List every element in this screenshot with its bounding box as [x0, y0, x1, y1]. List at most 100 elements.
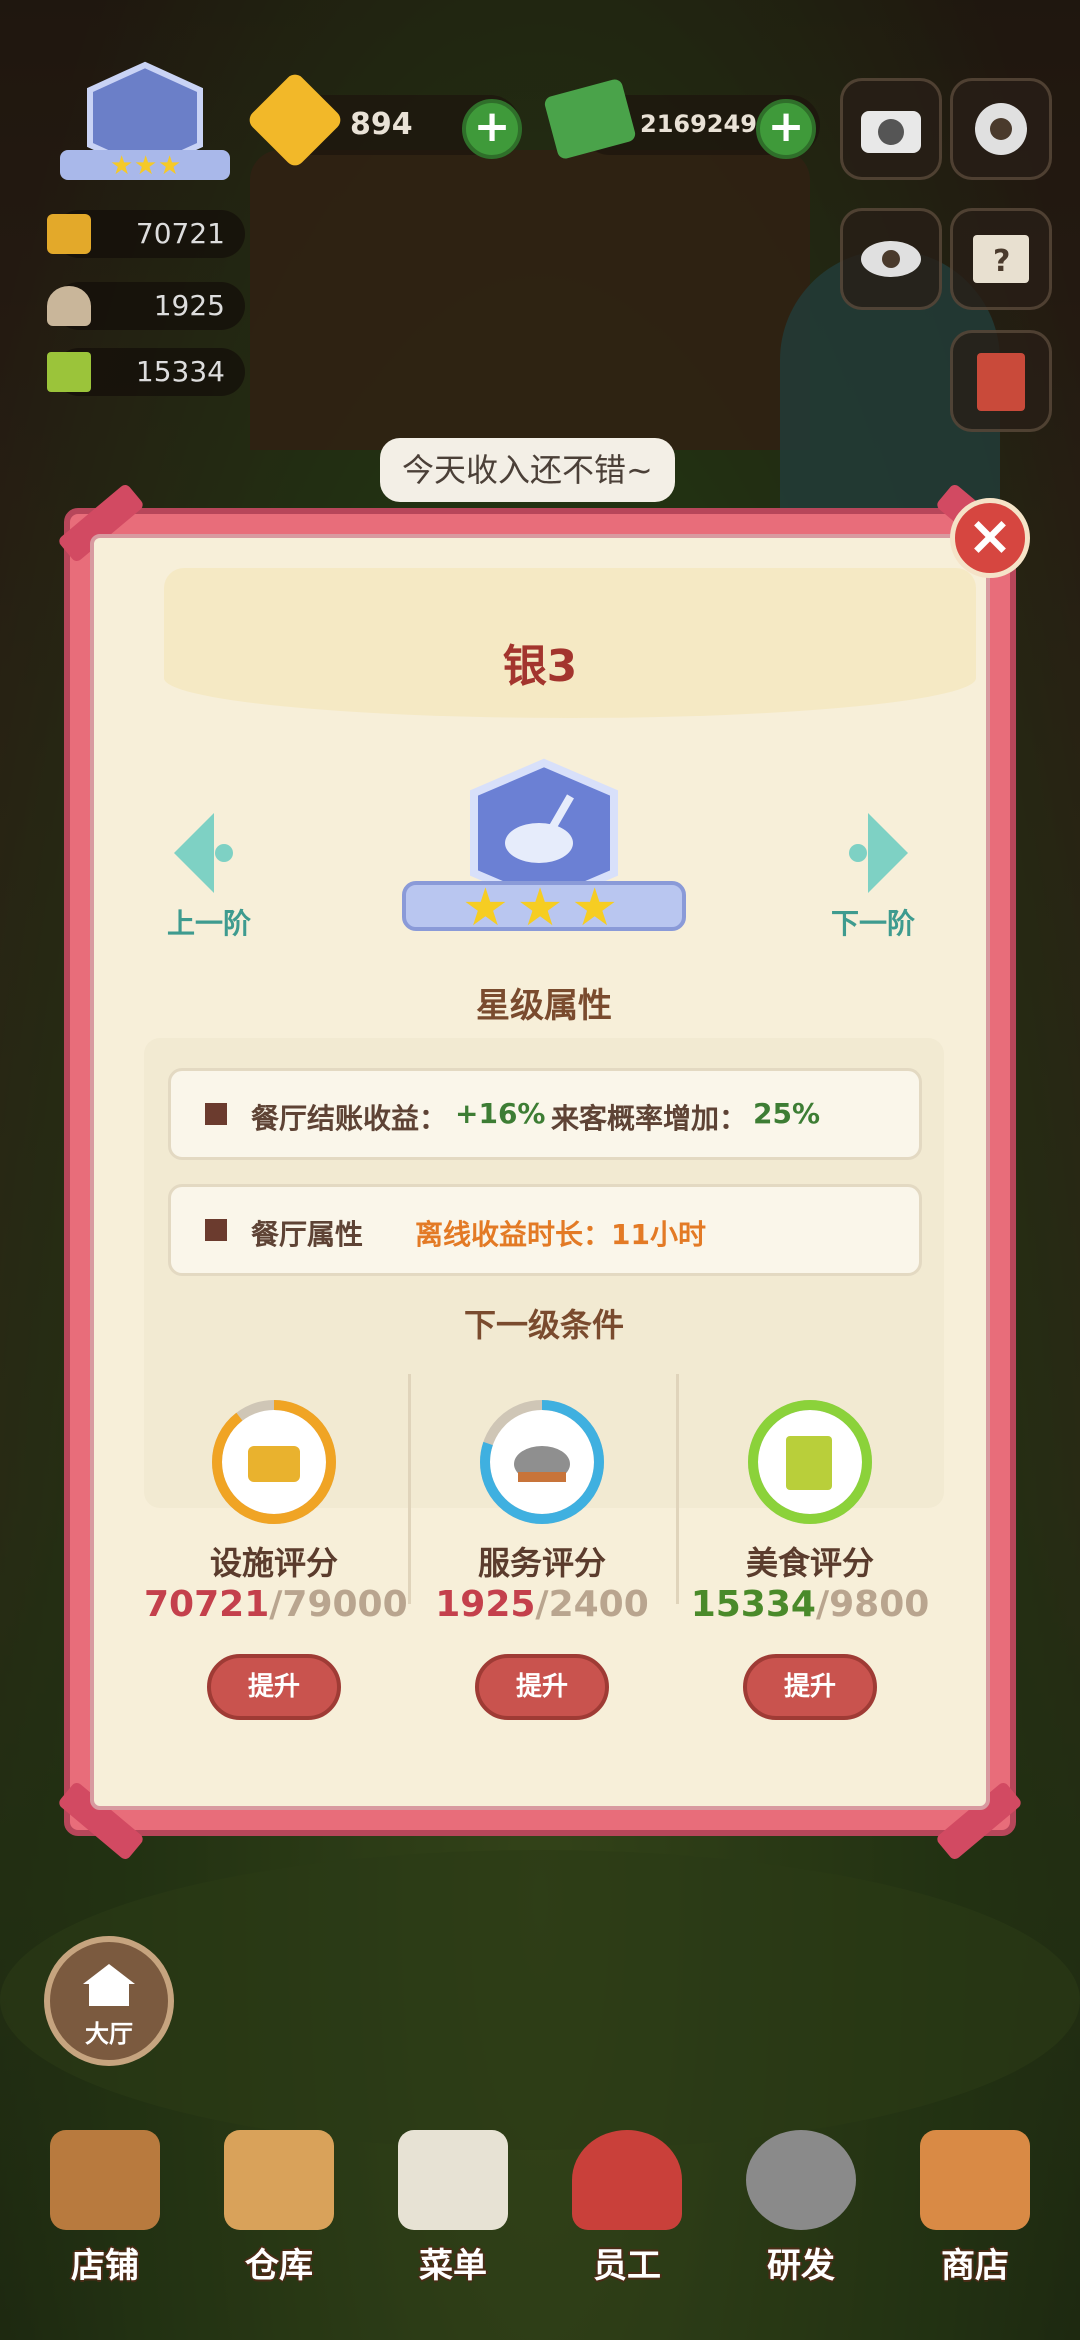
research-pot-icon — [746, 2130, 856, 2230]
attr-row-restaurant: 餐厅属性 离线收益时长：11小时 — [168, 1184, 922, 1276]
star-icon: ★ — [571, 878, 626, 938]
restaurant-attr-label: 餐厅属性 — [251, 1218, 364, 1251]
store-building-icon — [920, 2130, 1030, 2230]
food-score-stat: 15334 — [47, 348, 245, 396]
prev-tier-label: 上一阶 — [166, 907, 251, 940]
add-gems-button[interactable]: + — [462, 99, 522, 159]
facility-progress-ring — [212, 1400, 336, 1524]
tab-warehouse[interactable]: 仓库 — [204, 2130, 354, 2300]
rank-badge[interactable]: ★ ★ ★ — [50, 60, 240, 190]
arrow-left-icon — [174, 813, 233, 893]
guest-rate-value: 25% — [753, 1097, 821, 1130]
menu-clipboard-icon — [398, 2130, 508, 2230]
offline-income-duration: 离线收益时长：11小时 — [415, 1218, 706, 1251]
tab-staff-label: 员工 — [593, 2246, 661, 2286]
next-level-title: 下一级条件 — [463, 1306, 624, 1344]
bullet-icon — [205, 1103, 227, 1125]
food-score-label: 美食评分 — [745, 1544, 874, 1582]
service-current: 1925 — [435, 1584, 536, 1625]
service-score-value: 1925 — [153, 289, 225, 322]
star-attributes-title: 星级属性 — [476, 986, 612, 1026]
rank-panel: 银3 上一阶 ★★★ 下一阶 星级属性 餐厅结账收益： +16% 来客概率增加：… — [56, 482, 1024, 1862]
food-condition: 美食评分 15334/9800 提升 — [680, 1398, 940, 1738]
service-score-progress: 1925/2400 — [412, 1584, 672, 1625]
checkout-income-value: +16% — [455, 1097, 546, 1130]
next-tier-button[interactable]: 下一阶 — [818, 808, 928, 958]
help-book-icon: ? — [973, 235, 1029, 283]
svg-text:★: ★ — [110, 151, 133, 181]
staff-chef-icon — [572, 2130, 682, 2230]
tab-staff[interactable]: 员工 — [552, 2130, 702, 2300]
attr-row-income: 餐厅结账收益： +16% 来客概率增加： 25% — [168, 1068, 922, 1160]
facility-current: 70721 — [144, 1584, 270, 1625]
hall-label: 大厅 — [85, 2020, 133, 2048]
hall-house-icon — [83, 1964, 135, 2006]
panel-body: 银3 上一阶 ★★★ 下一阶 星级属性 餐厅结账收益： +16% 来客概率增加：… — [90, 534, 990, 1810]
food-icon — [47, 352, 91, 392]
recipe-book-icon — [786, 1436, 832, 1490]
help-button[interactable]: ? — [950, 208, 1052, 310]
checkout-income-label: 餐厅结账收益： — [251, 1102, 448, 1135]
upgrade-food-button[interactable]: 提升 — [743, 1654, 877, 1720]
bullet-icon — [205, 1219, 227, 1241]
rank-title: 银3 — [502, 641, 578, 692]
book-icon — [977, 353, 1025, 411]
food-target: /9800 — [815, 1584, 930, 1625]
recipe-book-button[interactable] — [950, 330, 1052, 432]
facility-score-value: 70721 — [135, 217, 225, 250]
gear-icon — [975, 103, 1027, 155]
camera-button[interactable] — [840, 78, 942, 180]
svg-text:?: ? — [993, 244, 1010, 279]
facility-score-progress: 70721/79000 — [144, 1584, 408, 1625]
tab-shop[interactable]: 店铺 — [30, 2130, 180, 2300]
cash-count: 21692499 — [640, 110, 774, 138]
view-button[interactable] — [840, 208, 942, 310]
speech-bubble: 今天收入还不错~ — [380, 438, 675, 502]
star-rating: ★★★ — [394, 878, 694, 938]
tab-shop-label: 店铺 — [71, 2246, 139, 2286]
service-icon — [47, 286, 91, 326]
service-condition: 服务评分 1925/2400 提升 — [412, 1398, 672, 1738]
tab-research-label: 研发 — [767, 2246, 835, 2286]
guest-rate-label: 来客概率增加： — [551, 1102, 748, 1135]
facility-target: /79000 — [269, 1584, 408, 1625]
eye-icon — [861, 241, 921, 277]
service-target: /2400 — [535, 1584, 649, 1625]
upgrade-service-button[interactable]: 提升 — [475, 1654, 609, 1720]
svg-text:★: ★ — [134, 151, 157, 181]
food-progress-ring — [748, 1400, 872, 1524]
food-current: 15334 — [690, 1584, 816, 1625]
facility-icon — [47, 214, 91, 254]
facility-hat-icon — [248, 1446, 300, 1482]
arrow-right-icon — [849, 813, 908, 893]
warehouse-box-icon — [224, 2130, 334, 2230]
facility-score-stat: 70721 — [47, 210, 245, 258]
add-cash-button[interactable]: + — [756, 99, 816, 159]
facility-condition: 设施评分 70721/79000 提升 — [144, 1398, 408, 1738]
tab-menu[interactable]: 菜单 — [378, 2130, 528, 2300]
food-score-value: 15334 — [135, 355, 225, 388]
settings-button[interactable] — [950, 78, 1052, 180]
gem-count: 894 — [350, 107, 413, 142]
tab-store[interactable]: 商店 — [900, 2130, 1050, 2300]
tab-menu-label: 菜单 — [419, 2246, 487, 2286]
tab-store-label: 商店 — [941, 2246, 1009, 2286]
star-icon: ★ — [462, 878, 517, 938]
tab-warehouse-label: 仓库 — [245, 2246, 313, 2286]
close-button[interactable]: × — [950, 498, 1030, 578]
silver-rank-emblem: ★★★ — [394, 753, 694, 953]
divider — [676, 1374, 679, 1604]
service-progress-ring — [480, 1400, 604, 1524]
svg-text:★: ★ — [158, 151, 181, 181]
service-score-stat: 1925 — [47, 282, 245, 330]
prev-tier-button[interactable]: 上一阶 — [154, 808, 264, 958]
shop-icon — [50, 2130, 160, 2230]
hall-button[interactable]: 大厅 — [44, 1936, 174, 2066]
service-score-label: 服务评分 — [477, 1544, 606, 1582]
tab-research[interactable]: 研发 — [726, 2130, 876, 2300]
camera-icon — [861, 111, 921, 153]
facility-score-label: 设施评分 — [209, 1544, 338, 1582]
upgrade-facility-button[interactable]: 提升 — [207, 1654, 341, 1720]
food-score-progress: 15334/9800 — [680, 1584, 940, 1625]
next-tier-label: 下一阶 — [830, 907, 915, 940]
